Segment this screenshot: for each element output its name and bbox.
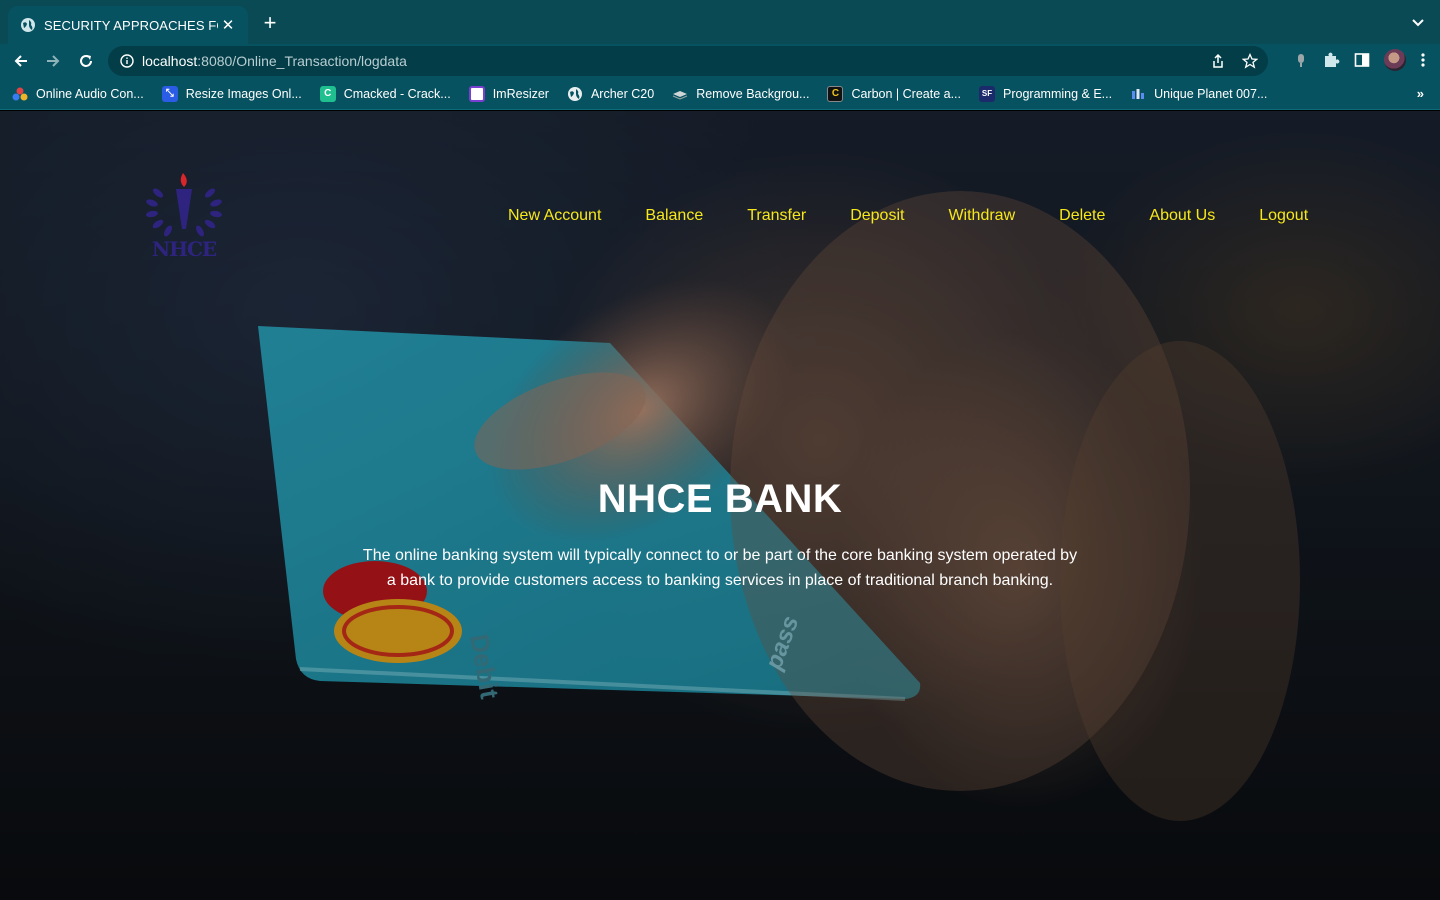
- bookmark-item[interactable]: Online Audio Con...: [12, 86, 144, 102]
- reload-icon: [80, 55, 92, 67]
- avatar[interactable]: [1384, 49, 1406, 71]
- bookmark-item[interactable]: C Cmacked - Crack...: [319, 85, 451, 102]
- bookmark-label: Resize Images Onl...: [185, 86, 302, 101]
- laurel-torch-icon: [146, 173, 222, 237]
- logo-text: NHCE: [151, 237, 217, 261]
- nav-withdraw[interactable]: Withdraw: [948, 207, 1015, 225]
- bookmark-label: Programming & E...: [1003, 86, 1113, 101]
- arrow-left-icon: [14, 55, 27, 67]
- multicolor-dots-icon: [12, 86, 28, 102]
- chevron-down-icon[interactable]: [1410, 14, 1426, 30]
- bookmark-label: Remove Backgrou...: [696, 86, 810, 101]
- layers-icon: [672, 86, 688, 102]
- hero-description: The online banking system will typically…: [345, 543, 1095, 593]
- chart-icon: [1130, 86, 1146, 102]
- bookmark-item[interactable]: ImResizer: [468, 85, 549, 102]
- globe-icon: [567, 86, 583, 102]
- tab-title: SECURITY APPROACHES FOR: [44, 17, 218, 33]
- nav-transfer[interactable]: Transfer: [747, 207, 806, 225]
- info-icon[interactable]: [120, 54, 134, 68]
- hero-line-2: a bank to provide customers access to ba…: [386, 572, 1054, 589]
- bookmark-label: Archer C20: [590, 86, 655, 101]
- nhce-logo: NHCE: [140, 171, 228, 265]
- more-bookmarks-button[interactable]: »: [1417, 86, 1424, 101]
- nav-balance[interactable]: Balance: [645, 207, 703, 225]
- nav-logout[interactable]: Logout: [1259, 207, 1308, 225]
- browser-tabstrip: SECURITY APPROACHES FOR ✕ +: [0, 0, 1440, 44]
- sidebar-icon[interactable]: [1354, 52, 1370, 68]
- bookmark-label: Online Audio Con...: [36, 86, 144, 101]
- nav-new-account[interactable]: New Account: [508, 207, 601, 225]
- nav-deposit[interactable]: Deposit: [850, 207, 904, 225]
- forward-button[interactable]: [42, 50, 64, 72]
- url-path: :8080/Online_Transaction/logdata: [197, 53, 407, 69]
- arrow-right-icon: [47, 55, 60, 67]
- bookmark-item[interactable]: Archer C20: [567, 86, 654, 102]
- star-icon[interactable]: [1242, 53, 1258, 69]
- globe-icon: [21, 18, 35, 32]
- reload-button[interactable]: [75, 50, 97, 72]
- bookmark-label: Carbon | Create a...: [851, 86, 962, 101]
- bookmark-item[interactable]: Remove Backgrou...: [672, 86, 809, 102]
- browser-tab[interactable]: SECURITY APPROACHES FOR ✕: [8, 6, 248, 44]
- bookmark-label: Cmacked - Crack...: [343, 86, 451, 101]
- close-tab-icon[interactable]: ✕: [218, 15, 238, 35]
- bookmark-label: Unique Planet 007...: [1154, 86, 1268, 101]
- bookmark-item[interactable]: ⤡ Resize Images Onl...: [161, 85, 302, 102]
- browser-toolbar: localhost:8080/Online_Transaction/logdat…: [0, 44, 1440, 78]
- extension-pin-icon[interactable]: [1294, 52, 1308, 68]
- new-tab-button[interactable]: +: [258, 12, 282, 36]
- share-icon[interactable]: [1210, 53, 1226, 69]
- main-nav: New Account Balance Transfer Deposit Wit…: [508, 207, 1352, 225]
- page-viewport: Debit pass NHCE New Account Balance Tran…: [0, 111, 1440, 900]
- address-bar[interactable]: localhost:8080/Online_Transaction/logdat…: [108, 46, 1268, 76]
- nav-delete[interactable]: Delete: [1059, 207, 1105, 225]
- puzzle-icon[interactable]: [1322, 51, 1340, 69]
- hero-title: NHCE BANK: [597, 477, 843, 521]
- imresizer-icon: [468, 85, 485, 102]
- bookmark-label: ImResizer: [492, 86, 549, 101]
- programming-icon: SF: [979, 85, 996, 102]
- bookmark-item[interactable]: SF Programming & E...: [979, 85, 1113, 102]
- url-host: localhost: [142, 53, 198, 69]
- bookmarks-bar: Online Audio Con... ⤡ Resize Images Onl.…: [0, 78, 1440, 110]
- carbon-icon: C: [827, 85, 844, 102]
- bookmark-item[interactable]: Unique Planet 007...: [1130, 86, 1267, 102]
- kebab-menu-icon[interactable]: [1420, 52, 1426, 68]
- back-button[interactable]: [10, 50, 32, 72]
- bookmark-item[interactable]: C Carbon | Create a...: [827, 85, 962, 102]
- c-icon: C: [319, 85, 336, 102]
- nav-about-us[interactable]: About Us: [1149, 207, 1215, 225]
- hero-line-1: The online banking system will typically…: [362, 547, 1078, 564]
- resize-icon: ⤡: [161, 85, 178, 102]
